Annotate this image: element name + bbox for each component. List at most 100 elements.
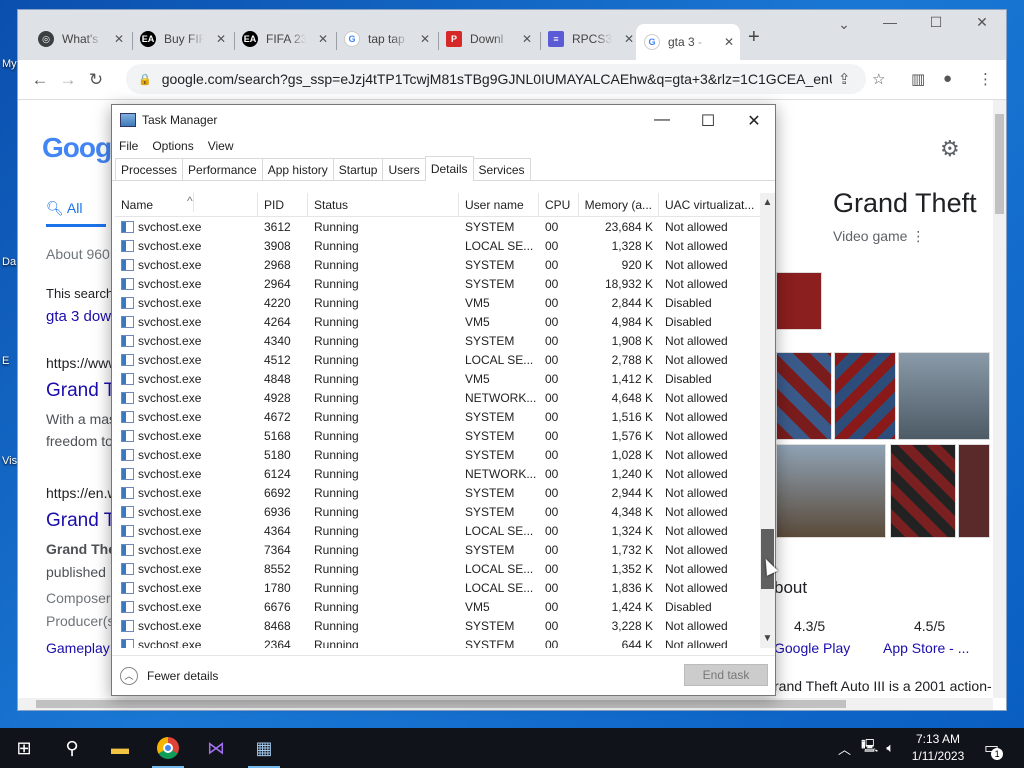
result-link[interactable]: Gameplay [46, 640, 110, 656]
table-row[interactable]: svchost.exe 6692 Running SYSTEM 00 2,944 K Not… [115, 483, 761, 502]
table-row[interactable]: svchost.exe 4928 Running NETWORK... 00 4,648 … [115, 388, 761, 407]
url-text[interactable]: google.com/search?gs_ssp=eJzj4tTP1TcwjM8… [162, 71, 832, 87]
close-icon[interactable]: ✕ [522, 32, 532, 46]
table-row[interactable]: svchost.exe 4512 Running LOCAL SE... 00 2,788… [115, 350, 761, 369]
profile-icon[interactable]: ● [943, 70, 952, 87]
menu-icon[interactable]: ⋮ [978, 70, 993, 88]
tab-app-history[interactable]: App history [261, 158, 334, 180]
rating-source[interactable]: App Store - ... [883, 640, 969, 656]
game-image[interactable] [958, 444, 990, 538]
fewer-details-button[interactable]: ︿ Fewer details [120, 666, 218, 685]
game-logo-image[interactable] [776, 272, 822, 330]
new-tab-button[interactable]: + [748, 26, 760, 49]
table-row[interactable]: svchost.exe 5168 Running SYSTEM 00 1,576 K Not… [115, 426, 761, 445]
search-icon[interactable]: 🔍︎ All [46, 200, 82, 217]
col-cpu[interactable]: CPU [539, 193, 579, 216]
browser-tab[interactable]: G tap tap ✕ [336, 24, 436, 54]
google-logo[interactable]: Goog [42, 132, 112, 164]
share-icon[interactable]: ⇪ [838, 70, 851, 88]
gear-icon[interactable]: ⚙ [940, 136, 960, 162]
table-row[interactable]: svchost.exe 2364 Running SYSTEM 00 644 K Not a… [115, 635, 761, 648]
close-icon[interactable]: ✕ [318, 32, 328, 46]
minimize-icon[interactable]: — [639, 111, 685, 129]
rating-source[interactable]: Google Play [774, 640, 850, 656]
close-icon[interactable]: ✕ [624, 32, 634, 46]
star-icon[interactable]: ☆ [872, 70, 885, 88]
desktop-icon-label[interactable]: My [2, 58, 17, 70]
browser-tab[interactable]: P Downl ✕ [438, 24, 538, 54]
game-image[interactable] [898, 352, 990, 440]
menu-options[interactable]: Options [152, 139, 193, 153]
col-status[interactable]: Status [308, 193, 459, 216]
table-row[interactable]: svchost.exe 6936 Running SYSTEM 00 4,348 K Not… [115, 502, 761, 521]
tab-users[interactable]: Users [382, 158, 426, 180]
forward-icon[interactable]: → [54, 70, 82, 90]
table-row[interactable]: svchost.exe 3612 Running SYSTEM 00 23,684 K No… [115, 217, 761, 236]
table-row[interactable]: svchost.exe 2968 Running SYSTEM 00 920 K Not a… [115, 255, 761, 274]
col-user[interactable]: User name [459, 193, 539, 216]
end-task-button[interactable]: End task [684, 664, 768, 686]
table-row[interactable]: svchost.exe 6124 Running NETWORK... 00 1,240 … [115, 464, 761, 483]
col-pid[interactable]: PID [258, 193, 308, 216]
table-row[interactable]: svchost.exe 8468 Running SYSTEM 00 3,228 K Not… [115, 616, 761, 635]
col-memory[interactable]: Memory (a... [579, 193, 659, 216]
table-row[interactable]: svchost.exe 6676 Running VM5 00 1,424 K Disabl… [115, 597, 761, 616]
tab-services[interactable]: Services [472, 158, 531, 180]
menu-view[interactable]: View [208, 139, 234, 153]
desktop-icon-label[interactable]: E [2, 355, 9, 367]
browser-tab-active[interactable]: G gta 3 - ✕ [636, 24, 740, 60]
browser-tab[interactable]: ≡ RPCS3 ✕ [540, 24, 640, 54]
lock-icon[interactable]: 🔒 [138, 73, 152, 86]
browser-tab[interactable]: EA FIFA 23 ✕ [234, 24, 334, 54]
close-icon[interactable]: ✕ [114, 32, 124, 46]
game-image[interactable] [776, 352, 832, 440]
maximize-icon[interactable]: ☐ [916, 14, 956, 31]
table-row[interactable]: svchost.exe 8552 Running LOCAL SE... 00 1,352… [115, 559, 761, 578]
table-row[interactable]: svchost.exe 2964 Running SYSTEM 00 18,932 K No… [115, 274, 761, 293]
close-icon[interactable]: ✕ [420, 32, 430, 46]
page-scrollbar-vertical[interactable] [993, 100, 1006, 698]
table-row[interactable]: svchost.exe 1780 Running LOCAL SE... 00 1,836… [115, 578, 761, 597]
visual-studio-icon[interactable]: ⋈ [192, 728, 240, 768]
table-row[interactable]: svchost.exe 4364 Running LOCAL SE... 00 1,324… [115, 521, 761, 540]
table-row[interactable]: svchost.exe 4220 Running VM5 00 2,844 K Disabl… [115, 293, 761, 312]
tab-details[interactable]: Details [424, 156, 474, 181]
network-icon[interactable]: 🖳 [861, 737, 878, 759]
reload-icon[interactable]: ↻ [82, 70, 110, 90]
chrome-icon[interactable] [144, 728, 192, 768]
task-manager-titlebar[interactable]: Task Manager — ☐ ✕ [112, 105, 775, 135]
tab-search-icon[interactable]: ⌄ [824, 16, 864, 33]
clock[interactable]: 7:13 AM 1/11/2023 [908, 731, 968, 765]
side-panel-icon[interactable]: ▥ [911, 70, 925, 88]
table-row[interactable]: svchost.exe 4672 Running SYSTEM 00 1,516 K Not… [115, 407, 761, 426]
start-windows-icon[interactable]: ⊞ [0, 728, 48, 768]
close-icon[interactable]: ✕ [216, 32, 226, 46]
table-row[interactable]: svchost.exe 5180 Running SYSTEM 00 1,028 K Not… [115, 445, 761, 464]
result-title[interactable]: Grand T [46, 510, 115, 532]
task-manager-icon[interactable]: ▦ [240, 728, 288, 768]
tab-processes[interactable]: Processes [115, 158, 184, 180]
close-icon[interactable]: ✕ [962, 14, 1002, 31]
game-image[interactable] [890, 444, 956, 538]
game-image[interactable] [834, 352, 896, 440]
file-explorer-icon[interactable]: ▬ [96, 728, 144, 768]
menu-file[interactable]: File [119, 139, 138, 153]
grid-scrollbar[interactable]: ▲ ▼ [760, 193, 775, 648]
minimize-icon[interactable]: — [870, 14, 910, 30]
tab-all[interactable]: All [67, 200, 83, 216]
search-icon[interactable]: ⚲ [48, 728, 96, 768]
result-title[interactable]: Grand T [46, 380, 115, 402]
address-bar[interactable]: 🔒 google.com/search?gs_ssp=eJzj4tTP1Tcwj… [126, 64, 866, 94]
scroll-down-icon[interactable]: ▼ [760, 633, 775, 644]
close-icon[interactable]: ✕ [731, 111, 777, 131]
volume-icon[interactable]: 🔈︎ [886, 740, 894, 756]
notification-icon[interactable]: ▭ 1 [984, 728, 1011, 768]
scroll-up-icon[interactable]: ▲ [760, 197, 775, 208]
game-image[interactable] [776, 444, 886, 538]
browser-tab[interactable]: ◎ What's ✕ [30, 24, 130, 54]
tab-startup[interactable]: Startup [332, 158, 384, 180]
table-row[interactable]: svchost.exe 4848 Running VM5 00 1,412 K Disabl… [115, 369, 761, 388]
tab-performance[interactable]: Performance [182, 158, 263, 180]
maximize-icon[interactable]: ☐ [685, 111, 731, 131]
table-row[interactable]: svchost.exe 4340 Running SYSTEM 00 1,908 K Not… [115, 331, 761, 350]
